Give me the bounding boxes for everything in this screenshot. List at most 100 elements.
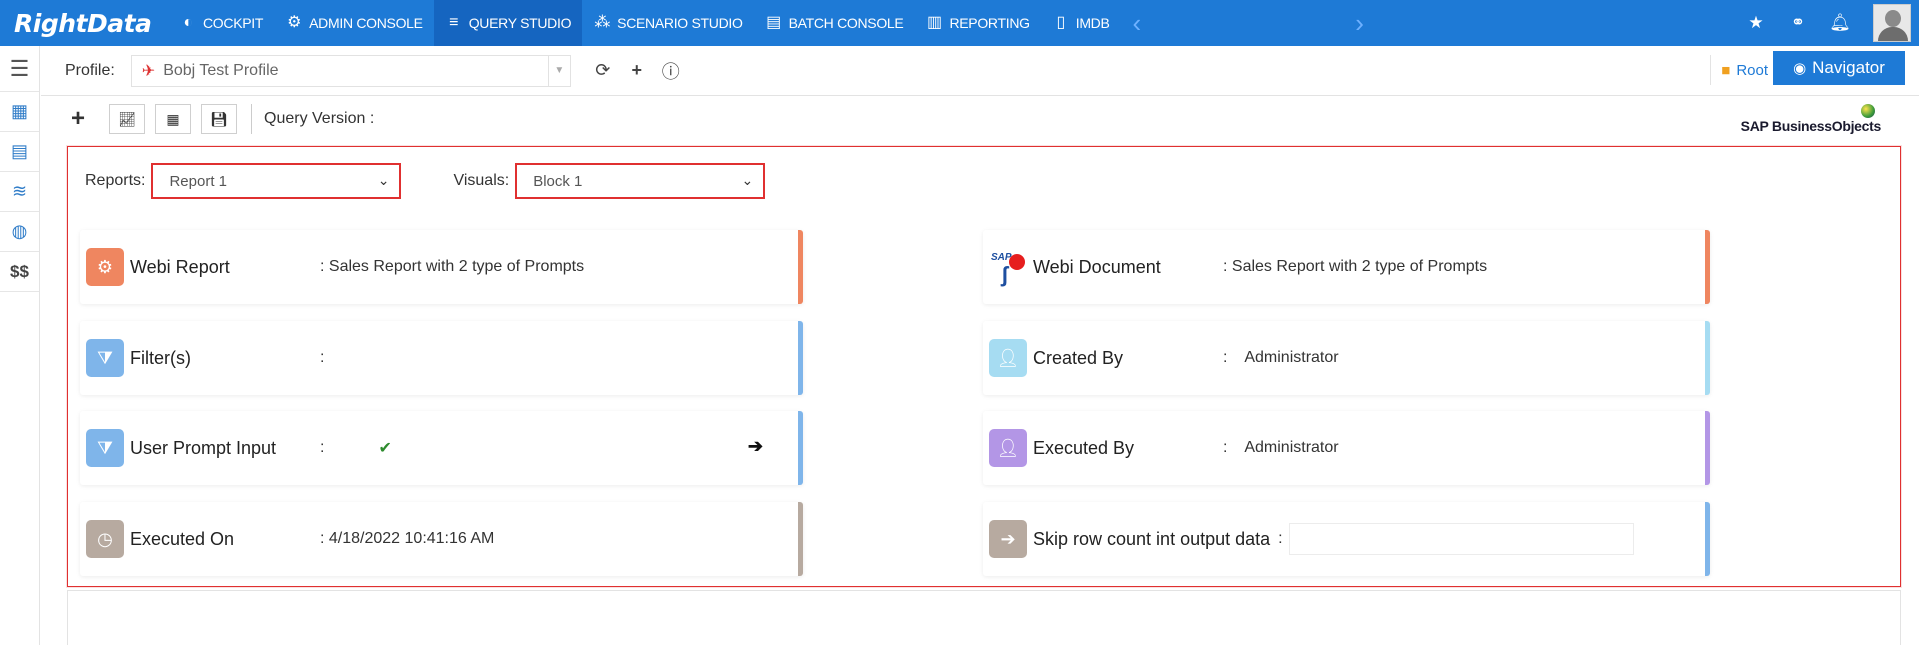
user-avatar[interactable] — [1873, 4, 1911, 42]
executed-on-card: ◷ Executed On : 4/18/2022 10:41:16 AM — [80, 502, 803, 576]
save-button[interactable]: 💾︎ — [201, 104, 237, 134]
sap-businessobjects-logo: SAP BusinessObjects — [1711, 104, 1881, 134]
webi-report-icon: ⚙ — [86, 248, 124, 286]
sap-doc-dot — [1009, 254, 1025, 270]
nav-item-label: SCENARIO STUDIO — [617, 15, 743, 31]
sidebar-database-icon[interactable]: ≋ — [0, 172, 39, 212]
profile-bar: Profile: ✈ Bobj Test Profile ▼ ⟳ + ⓘ ■ R… — [41, 46, 1919, 96]
report-details-panel: Reports: Report 1 ⌄ Visuals: Block 1 ⌄ ⚙… — [67, 146, 1901, 587]
executed-by-label: Executed By — [1033, 437, 1135, 458]
profile-select[interactable]: ✈ Bobj Test Profile ▼ — [130, 54, 571, 87]
report-icon: ▥ — [927, 14, 942, 31]
filters-label: Filter(s) — [130, 347, 191, 368]
folder-icon: ■ — [1721, 61, 1731, 79]
results-area — [67, 590, 1901, 645]
nav-item-admin-console[interactable]: ⚙ ADMIN CONSOLE — [274, 0, 434, 46]
profile-label: Profile: — [65, 61, 115, 79]
root-button[interactable]: ■ Root — [1710, 55, 1779, 85]
skip-row-label: Skip row count int output data — [1033, 528, 1271, 549]
selector-row: Reports: Report 1 ⌄ Visuals: Block 1 ⌄ — [85, 163, 766, 199]
navigator-label: Navigator — [1812, 58, 1885, 77]
filter-icon: ⧩ — [86, 429, 124, 467]
nav-item-label: COCKPIT — [203, 15, 264, 31]
arrow-right-icon[interactable]: ➔ — [748, 436, 763, 457]
card-accent-bar — [798, 230, 803, 304]
sidebar-table-add-icon[interactable]: ▤ — [0, 132, 39, 172]
profile-selected-value: Bobj Test Profile — [163, 61, 279, 79]
nav-item-imdb[interactable]: ▯ IMDB — [1041, 0, 1121, 46]
user-icon: 👤︎ — [989, 429, 1027, 467]
nav-scroll-left-icon[interactable]: ‹ — [1121, 0, 1154, 46]
save-icon: 💾︎ — [210, 110, 228, 127]
chevron-down-icon: ⌄ — [741, 172, 754, 188]
avatar-body — [1878, 27, 1908, 41]
dashboard-icon: ◐ — [183, 14, 193, 31]
card-accent-bar — [1705, 411, 1710, 485]
visuals-label: Visuals: — [453, 172, 510, 189]
filters-value: : — [320, 349, 325, 366]
reports-label: Reports: — [85, 172, 146, 189]
profile-sap-icon: ✈ — [141, 62, 156, 80]
chevron-down-icon[interactable]: ▼ — [547, 55, 570, 86]
batch-icon: ▤ — [766, 14, 781, 31]
scenario-icon: ⁂ — [594, 14, 611, 31]
card-accent-bar — [798, 502, 803, 576]
add-profile-icon[interactable]: + — [627, 60, 647, 81]
executed-on-value: : 4/18/2022 10:41:16 AM — [320, 530, 495, 547]
star-icon[interactable]: ★ — [1735, 0, 1777, 46]
webi-document-card: SAP ʃ Webi Document : Sales Report with … — [983, 230, 1710, 304]
clock-icon: ◷ — [86, 520, 124, 558]
nav-item-label: BATCH CONSOLE — [788, 15, 904, 31]
reports-dropdown[interactable]: Report 1 ⌄ — [151, 163, 402, 199]
checkmark-icon: ✔ — [378, 440, 392, 457]
skip-row-card: ➔ Skip row count int output data : — [983, 502, 1710, 576]
chart-view-button[interactable]: 📈︎ — [109, 104, 145, 134]
nav-item-cockpit[interactable]: ◐ COCKPIT — [168, 0, 274, 46]
sidebar-dollar-icon[interactable]: $$ — [0, 252, 39, 292]
sidebar-globe-icon[interactable]: ◍ — [0, 212, 39, 252]
gear-icon: ⚙ — [287, 14, 302, 31]
imdb-icon: ▯ — [1056, 14, 1065, 31]
skip-row-count-input[interactable] — [1288, 523, 1634, 555]
navigator-button[interactable]: ◉ Navigator — [1773, 51, 1905, 85]
link-icon[interactable]: ⚭ — [1777, 0, 1819, 46]
line-chart-icon: 📈︎ — [118, 110, 136, 127]
executed-by-value: : Administrator — [1223, 439, 1339, 456]
webi-document-label: Webi Document — [1033, 256, 1161, 277]
nav-item-label: REPORTING — [949, 15, 1030, 31]
nav-scroll-right-icon[interactable]: › — [1343, 0, 1376, 46]
database-icon: ≡ — [449, 14, 459, 31]
info-icon[interactable]: ⓘ — [661, 58, 681, 84]
table-icon: ▦ — [166, 110, 180, 127]
nav-item-label: QUERY STUDIO — [468, 15, 572, 31]
nav-item-label: IMDB — [1075, 15, 1110, 31]
user-prompt-value: : — [320, 439, 325, 456]
card-accent-bar — [798, 411, 803, 485]
filter-icon: ⧩ — [86, 339, 124, 377]
user-prompt-card: ⧩ User Prompt Input : ✔ ➔ — [80, 411, 803, 485]
nav-item-reporting[interactable]: ▥ REPORTING — [914, 0, 1040, 46]
nav-item-query-studio[interactable]: ≡ QUERY STUDIO — [433, 0, 583, 46]
sidebar-calendar-icon[interactable]: ▦ — [0, 92, 39, 132]
nav-item-scenario-studio[interactable]: ⁂ SCENARIO STUDIO — [582, 0, 753, 46]
left-sidebar: ☰ ▦ ▤ ≋ ◍ $$ — [0, 46, 40, 645]
add-query-icon[interactable]: + — [71, 105, 95, 133]
webi-report-label: Webi Report — [130, 256, 230, 277]
created-by-value: : Administrator — [1223, 349, 1339, 366]
query-toolbar: + 📈︎ ▦ 💾︎ Query Version : SAP BusinessOb… — [41, 96, 1919, 142]
card-accent-bar — [1705, 230, 1710, 304]
bell-icon[interactable]: 🔔︎ — [1819, 0, 1861, 46]
hamburger-menu-icon[interactable]: ☰ — [0, 46, 39, 92]
visuals-dropdown[interactable]: Block 1 ⌄ — [515, 163, 766, 199]
reports-selected-value: Report 1 — [169, 172, 228, 190]
webi-report-value: : Sales Report with 2 type of Prompts — [320, 258, 585, 275]
top-nav: RightData ◐ COCKPIT ⚙ ADMIN CONSOLE ≡ QU… — [0, 0, 1919, 46]
root-label: Root — [1736, 61, 1768, 79]
nav-item-batch-console[interactable]: ▤ BATCH CONSOLE — [754, 0, 915, 46]
avatar-head — [1885, 10, 1901, 27]
executed-on-label: Executed On — [130, 528, 235, 549]
app-logo[interactable]: RightData — [0, 0, 168, 46]
table-view-button[interactable]: ▦ — [155, 104, 191, 134]
refresh-icon[interactable]: ⟳ — [593, 60, 613, 81]
sap-doc-swoosh: ʃ — [1001, 262, 1009, 287]
